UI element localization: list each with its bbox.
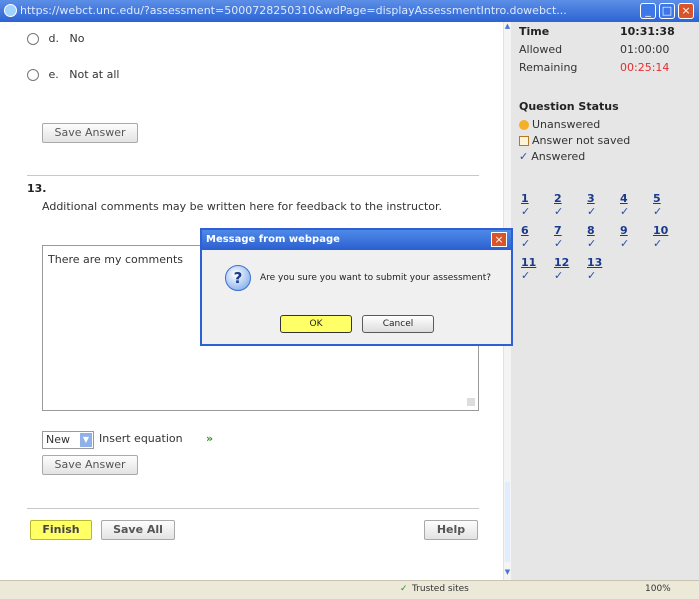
question-number: 13. <box>27 182 47 195</box>
answered-icon: ✓ <box>519 150 529 163</box>
radio-button[interactable] <box>27 33 39 45</box>
option-d[interactable]: d. No <box>27 32 84 45</box>
answered-check-icon: ✓ <box>587 205 597 218</box>
question-link-11[interactable]: 11 <box>521 256 536 269</box>
question-link-4[interactable]: 4 <box>620 192 628 205</box>
trusted-zone-label: Trusted sites <box>412 584 469 594</box>
question-link-13[interactable]: 13 <box>587 256 602 269</box>
question-link-2[interactable]: 2 <box>554 192 562 205</box>
question-icon: ? <box>225 265 251 291</box>
chevron-down-icon[interactable]: ▼ <box>80 433 92 447</box>
answered-check-icon: ✓ <box>653 237 663 250</box>
help-button[interactable]: Help <box>424 520 478 540</box>
question-prompt: Additional comments may be written here … <box>42 200 443 213</box>
scroll-up-icon[interactable]: ▲ <box>504 22 511 32</box>
answered-check-icon: ✓ <box>587 269 597 282</box>
finish-button[interactable]: Finish <box>30 520 92 540</box>
browser-icon <box>4 4 17 17</box>
ok-button[interactable]: OK <box>280 315 352 333</box>
question-link-12[interactable]: 12 <box>554 256 569 269</box>
zoom-level[interactable]: 100% <box>645 584 671 594</box>
browser-status-bar: ✓ Trusted sites 100% <box>0 580 699 599</box>
answered-check-icon: ✓ <box>521 269 531 282</box>
option-letter: d. <box>48 32 59 45</box>
question-link-5[interactable]: 5 <box>653 192 661 205</box>
answered-check-icon: ✓ <box>554 205 564 218</box>
maximize-button[interactable]: □ <box>659 3 675 19</box>
resize-handle-icon[interactable] <box>467 398 475 406</box>
question-link-6[interactable]: 6 <box>521 224 529 237</box>
window-title: https://webct.unc.edu/?assessment=500072… <box>20 4 567 17</box>
option-letter: e. <box>48 68 59 81</box>
answered-check-icon: ✓ <box>521 237 531 250</box>
question-link-9[interactable]: 9 <box>620 224 628 237</box>
answered-check-icon: ✓ <box>620 237 630 250</box>
answered-check-icon: ✓ <box>653 205 663 218</box>
legend-not-saved: Answer not saved <box>519 134 630 147</box>
legend-answered: ✓ Answered <box>519 150 586 163</box>
remaining-label: Remaining <box>519 61 578 74</box>
time-label: Time <box>519 25 550 38</box>
option-e[interactable]: e. Not at all <box>27 68 119 81</box>
unanswered-icon <box>519 120 529 130</box>
scrollbar-thumb[interactable] <box>505 482 510 562</box>
insert-equation-link[interactable]: Insert equation <box>99 432 183 445</box>
browser-title-bar: https://webct.unc.edu/?assessment=500072… <box>0 0 699 22</box>
question-status-heading: Question Status <box>519 100 619 113</box>
divider <box>27 508 479 509</box>
question-link-7[interactable]: 7 <box>554 224 562 237</box>
answered-check-icon: ✓ <box>587 237 597 250</box>
save-answer-button-13[interactable]: Save Answer <box>42 455 138 475</box>
minimize-button[interactable]: _ <box>640 3 656 19</box>
question-link-1[interactable]: 1 <box>521 192 529 205</box>
confirm-dialog: Message from webpage × ? Are you sure yo… <box>200 228 513 346</box>
save-all-button[interactable]: Save All <box>101 520 175 540</box>
format-select[interactable]: New ▼ <box>42 431 94 449</box>
not-saved-icon <box>519 136 529 146</box>
question-link-3[interactable]: 3 <box>587 192 595 205</box>
comment-text: There are my comments <box>48 253 184 266</box>
radio-button[interactable] <box>27 69 39 81</box>
remaining-value: 00:25:14 <box>620 61 670 74</box>
dialog-title: Message from webpage <box>202 230 511 250</box>
format-select-value: New <box>46 433 70 446</box>
allowed-label: Allowed <box>519 43 563 56</box>
close-window-button[interactable]: × <box>678 3 694 19</box>
question-link-10[interactable]: 10 <box>653 224 668 237</box>
scroll-down-icon[interactable]: ▼ <box>504 568 511 578</box>
answered-check-icon: ✓ <box>521 205 531 218</box>
allowed-value: 01:00:00 <box>620 43 670 56</box>
dialog-close-button[interactable]: × <box>491 232 507 247</box>
answered-check-icon: ✓ <box>554 269 564 282</box>
question-link-8[interactable]: 8 <box>587 224 595 237</box>
save-answer-button[interactable]: Save Answer <box>42 123 138 143</box>
legend-unanswered: Unanswered <box>519 118 600 131</box>
dialog-message: Are you sure you want to submit your ass… <box>260 273 491 283</box>
trusted-check-icon: ✓ <box>400 584 408 594</box>
answered-check-icon: ✓ <box>554 237 564 250</box>
divider <box>27 175 479 176</box>
status-sidebar: Time 10:31:38 Allowed 01:00:00 Remaining… <box>511 22 699 580</box>
insert-arrow-icon[interactable]: » <box>206 432 213 445</box>
time-value: 10:31:38 <box>620 25 675 38</box>
answered-check-icon: ✓ <box>620 205 630 218</box>
option-text: No <box>69 32 85 45</box>
option-text: Not at all <box>69 68 120 81</box>
cancel-button[interactable]: Cancel <box>362 315 434 333</box>
